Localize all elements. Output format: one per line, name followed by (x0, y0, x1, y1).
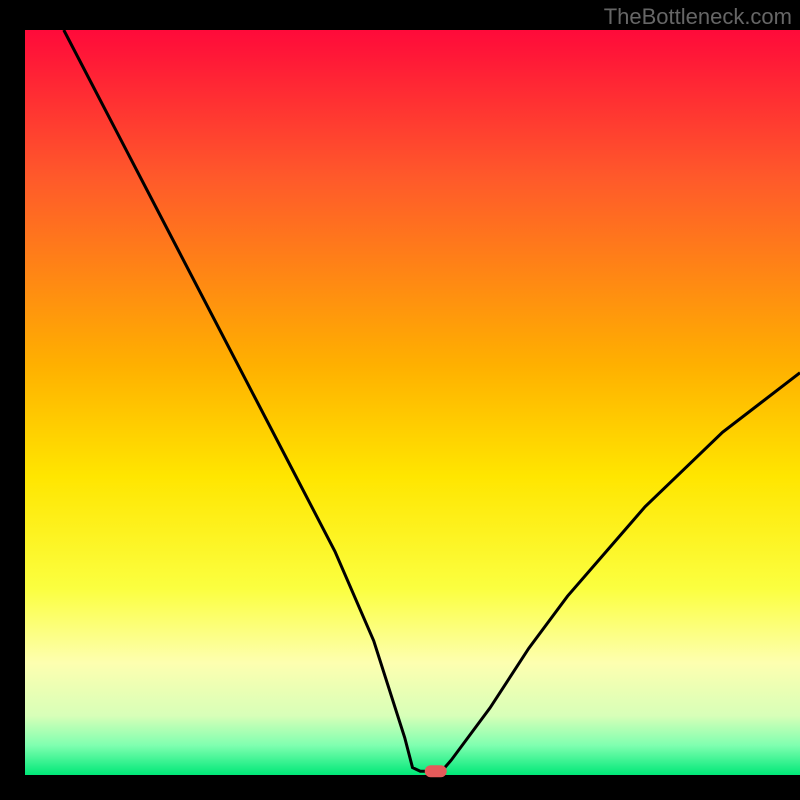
optimal-point-marker (425, 765, 447, 777)
chart-svg (0, 0, 800, 800)
plot-area (25, 30, 800, 775)
watermark-text: TheBottleneck.com (604, 4, 792, 30)
bottleneck-chart: TheBottleneck.com (0, 0, 800, 800)
